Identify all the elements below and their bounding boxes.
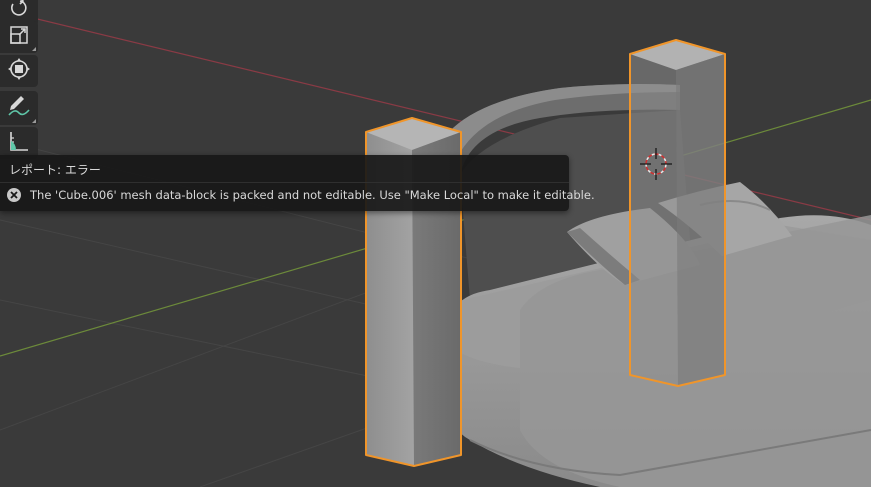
transform-icon bbox=[8, 58, 30, 84]
scale-tool-button[interactable] bbox=[0, 21, 38, 53]
transform-tool-button[interactable] bbox=[0, 55, 38, 87]
report-message-row: The 'Cube.006' mesh data-block is packed… bbox=[7, 188, 595, 202]
bedpost-right[interactable] bbox=[629, 39, 726, 387]
error-icon bbox=[7, 188, 21, 202]
report-message: The 'Cube.006' mesh data-block is packed… bbox=[30, 188, 595, 202]
3d-viewport[interactable] bbox=[0, 0, 871, 487]
error-report-popup: レポート: エラー The 'Cube.006' mesh data-block… bbox=[0, 155, 595, 211]
scale-icon bbox=[9, 25, 29, 49]
report-title: レポート: エラー bbox=[9, 163, 101, 177]
measure-icon bbox=[8, 130, 30, 156]
rotate-icon bbox=[9, 0, 29, 22]
annotate-icon bbox=[7, 94, 31, 122]
report-divider bbox=[0, 182, 569, 183]
annotate-tool-button[interactable] bbox=[0, 91, 38, 125]
